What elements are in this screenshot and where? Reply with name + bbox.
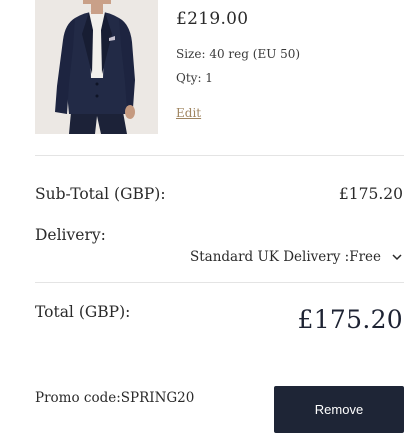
product-image[interactable]	[35, 0, 158, 134]
total-label: Total (GBP):	[35, 303, 131, 321]
subtotal-value: £175.20	[338, 185, 403, 203]
product-quantity: Qty: 1	[176, 71, 213, 85]
delivery-option-label: Standard UK Delivery :Free	[189, 249, 381, 265]
delivery-label: Delivery:	[35, 226, 106, 244]
product-price: £219.00	[176, 9, 249, 29]
product-size: Size: 40 reg (EU 50)	[176, 47, 301, 61]
subtotal-label: Sub-Total (GBP):	[35, 185, 166, 203]
delivery-select[interactable]: Standard UK Delivery :Free	[190, 249, 403, 265]
total-value: £175.20	[297, 305, 403, 334]
promo-code-label: Promo code:SPRING20	[35, 390, 195, 406]
divider	[35, 282, 404, 283]
chevron-down-icon	[392, 254, 402, 261]
remove-promo-button[interactable]: Remove	[274, 386, 404, 433]
edit-link[interactable]: Edit	[176, 106, 201, 120]
divider	[35, 155, 404, 156]
